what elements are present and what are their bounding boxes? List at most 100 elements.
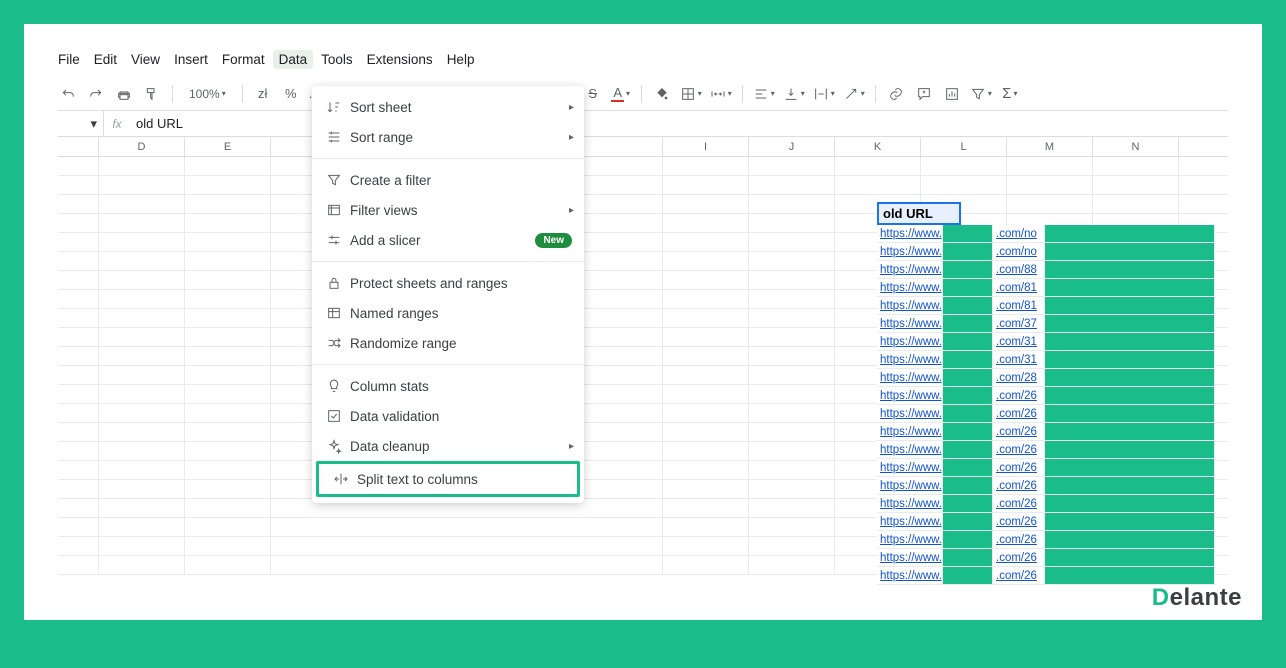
text-rotation-button[interactable] [843, 82, 865, 106]
url-row[interactable]: https://www.p.com/28 [877, 369, 1215, 387]
percent-format-button[interactable]: % [281, 82, 301, 106]
col-header-n[interactable]: N [1093, 137, 1179, 156]
cell[interactable] [921, 176, 1007, 194]
cell[interactable] [185, 195, 271, 213]
cell[interactable] [663, 195, 749, 213]
cell[interactable] [99, 385, 185, 403]
cell[interactable] [185, 404, 271, 422]
menu-extensions[interactable]: Extensions [367, 52, 433, 67]
cell[interactable] [58, 404, 99, 422]
cell[interactable] [185, 347, 271, 365]
cell[interactable] [99, 442, 185, 460]
strikethrough-button[interactable]: S [583, 82, 603, 106]
cell[interactable] [185, 233, 271, 251]
text-wrap-button[interactable] [813, 82, 835, 106]
cell[interactable] [185, 537, 271, 555]
insert-comment-button[interactable] [914, 82, 934, 106]
cell[interactable] [749, 461, 835, 479]
cell[interactable] [749, 176, 835, 194]
cell[interactable] [1093, 176, 1179, 194]
menu-add-slicer[interactable]: Add a slicer New [312, 225, 584, 255]
cell[interactable] [58, 366, 99, 384]
menu-edit[interactable]: Edit [94, 52, 117, 67]
cell[interactable] [99, 290, 185, 308]
cell[interactable] [1093, 157, 1179, 175]
cell[interactable] [835, 176, 921, 194]
cell[interactable] [185, 442, 271, 460]
menu-named-ranges[interactable]: Named ranges [312, 298, 584, 328]
menu-view[interactable]: View [131, 52, 160, 67]
cell[interactable] [58, 328, 99, 346]
cell[interactable] [663, 157, 749, 175]
cell[interactable] [185, 461, 271, 479]
cell[interactable] [58, 309, 99, 327]
url-row[interactable]: https://www.p.com/26 [877, 387, 1215, 405]
text-color-button[interactable]: A [611, 82, 631, 106]
menu-data-cleanup[interactable]: Data cleanup [312, 431, 584, 461]
cell[interactable] [271, 518, 663, 536]
cell[interactable] [749, 537, 835, 555]
cell[interactable] [58, 442, 99, 460]
col-header-i[interactable]: I [663, 137, 749, 156]
cell[interactable] [749, 499, 835, 517]
url-row[interactable]: https://www.p.com/26 [877, 567, 1215, 585]
cell[interactable] [99, 537, 185, 555]
url-row[interactable]: https://www.p.com/37 [877, 315, 1215, 333]
cell[interactable] [99, 271, 185, 289]
menu-sort-range[interactable]: Sort range [312, 122, 584, 152]
menu-sort-sheet[interactable]: Sort sheet [312, 92, 584, 122]
cell[interactable] [663, 442, 749, 460]
url-row[interactable]: https://www.p.com/26 [877, 459, 1215, 477]
cell[interactable] [185, 290, 271, 308]
cell[interactable] [58, 290, 99, 308]
cell[interactable] [58, 499, 99, 517]
insert-link-button[interactable] [886, 82, 906, 106]
insert-chart-button[interactable] [942, 82, 962, 106]
cell[interactable] [749, 347, 835, 365]
url-row[interactable]: https://www.p.com/81 [877, 279, 1215, 297]
cell[interactable] [185, 518, 271, 536]
cell[interactable] [1007, 176, 1093, 194]
cell[interactable] [749, 385, 835, 403]
redo-button[interactable] [86, 82, 106, 106]
cell[interactable] [749, 404, 835, 422]
cell[interactable] [663, 556, 749, 574]
cell[interactable] [185, 214, 271, 232]
cell[interactable] [663, 423, 749, 441]
cell[interactable] [663, 461, 749, 479]
currency-format-button[interactable]: zł [253, 82, 273, 106]
cell[interactable] [99, 195, 185, 213]
cell[interactable] [58, 214, 99, 232]
col-header-l[interactable]: L [921, 137, 1007, 156]
print-button[interactable] [114, 82, 134, 106]
url-row[interactable]: https://www.p.com/no [877, 225, 1215, 243]
col-header-k[interactable]: K [835, 137, 921, 156]
cell[interactable] [99, 309, 185, 327]
functions-button[interactable]: Σ [1000, 82, 1020, 106]
cell[interactable] [921, 157, 1007, 175]
cell[interactable] [99, 233, 185, 251]
cell[interactable] [99, 328, 185, 346]
cell[interactable] [663, 271, 749, 289]
cell[interactable] [99, 347, 185, 365]
cell[interactable] [58, 385, 99, 403]
formula-input[interactable]: old URL [130, 116, 183, 131]
cell[interactable] [185, 176, 271, 194]
cell[interactable] [185, 271, 271, 289]
cell[interactable] [185, 423, 271, 441]
cell[interactable] [1007, 157, 1093, 175]
cell[interactable] [99, 157, 185, 175]
paint-format-button[interactable] [142, 82, 162, 106]
cell[interactable] [663, 480, 749, 498]
vertical-align-button[interactable] [783, 82, 805, 106]
cell[interactable] [271, 537, 663, 555]
menu-data[interactable]: Data [273, 50, 314, 69]
menu-split-text-to-columns[interactable]: Split text to columns [319, 464, 577, 494]
cell[interactable] [58, 518, 99, 536]
cell[interactable] [749, 423, 835, 441]
menu-filter-views[interactable]: Filter views [312, 195, 584, 225]
active-cell[interactable]: old URL [877, 202, 961, 225]
menu-format[interactable]: Format [222, 52, 265, 67]
cell[interactable] [185, 366, 271, 384]
cell[interactable] [185, 385, 271, 403]
